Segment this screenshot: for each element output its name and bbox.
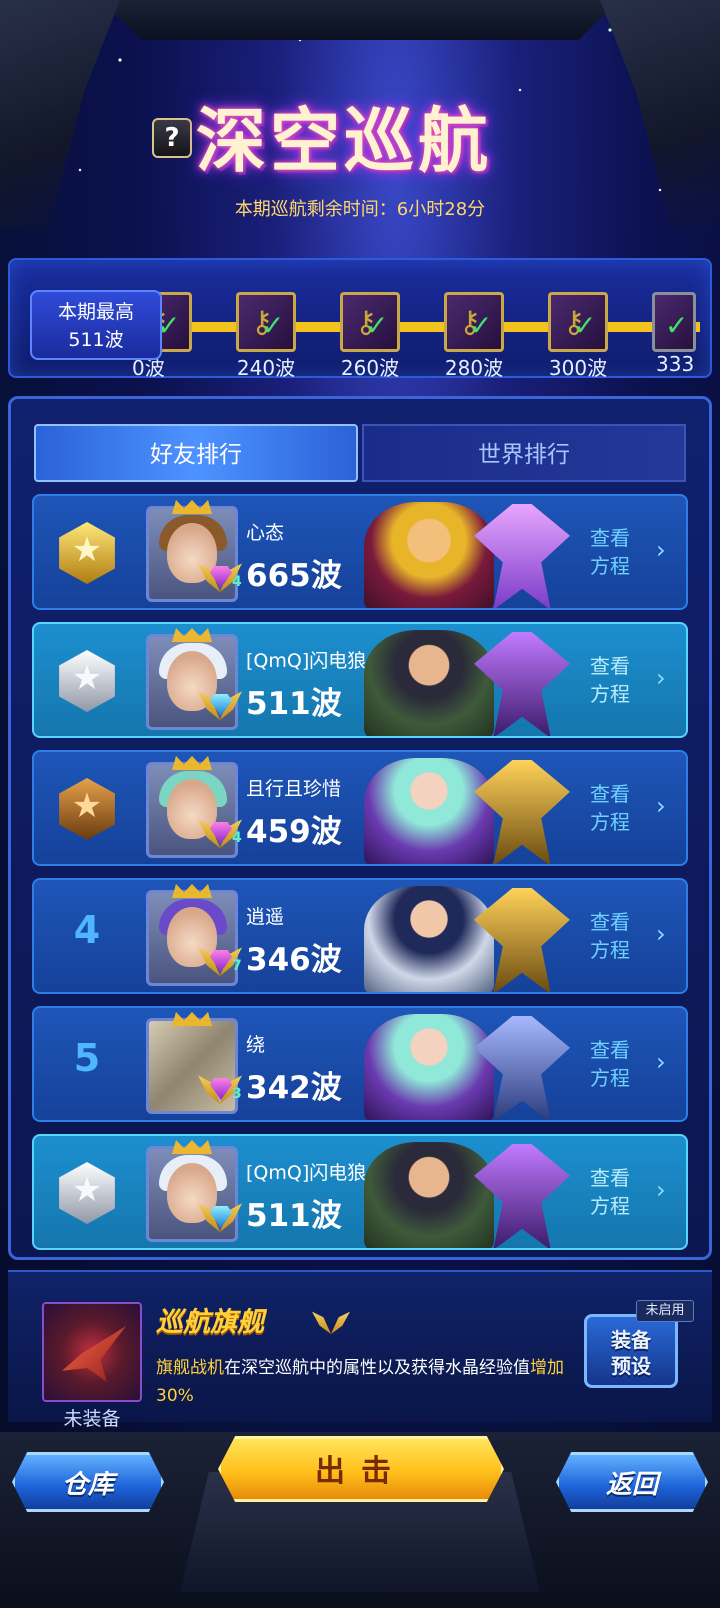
- check-icon: ✓: [665, 309, 689, 342]
- crown-icon: [172, 500, 212, 514]
- equipment-preset-button[interactable]: 装备 预设: [584, 1314, 678, 1388]
- rank-number: 4: [73, 908, 101, 952]
- pilot-portrait: [364, 886, 494, 992]
- player-waves: 346波: [246, 942, 342, 978]
- pilot-portrait: [364, 758, 494, 864]
- milestone-reward[interactable]: ⚷✓: [340, 292, 400, 352]
- crown-icon: [172, 884, 212, 898]
- vip-badge-icon: [198, 1196, 242, 1232]
- milestone-label: 333: [656, 352, 695, 376]
- milestone-reward[interactable]: ⚷✓: [444, 292, 504, 352]
- view-loadout-button[interactable]: 查看 方程: [590, 524, 660, 580]
- progress-track: [140, 322, 700, 332]
- player-waves: 511波: [246, 686, 342, 722]
- player-waves: 665波: [246, 558, 342, 594]
- view-loadout-button[interactable]: 查看 方程: [590, 1036, 660, 1092]
- pilot-portrait: [364, 630, 494, 736]
- player-waves: 511波: [246, 1198, 342, 1234]
- flagship-description: 旗舰战机在深空巡航中的属性以及获得水晶经验值增加30%: [156, 1358, 564, 1406]
- view-loadout-button[interactable]: 查看 方程: [590, 780, 660, 836]
- warehouse-button[interactable]: 仓库: [12, 1452, 164, 1512]
- silver-medal-icon: ★: [59, 1162, 115, 1224]
- ranking-row[interactable]: ★ 4 心态 665波 查看 方程 ›: [32, 494, 688, 610]
- flagship-title: 巡航旗舰: [156, 1307, 264, 1338]
- frame-top: [100, 0, 620, 40]
- view-loadout-button[interactable]: 查看 方程: [590, 652, 660, 708]
- chevron-right-icon: ›: [656, 664, 666, 692]
- milestone-reward[interactable]: ✓: [652, 292, 696, 352]
- chevron-right-icon: ›: [656, 792, 666, 820]
- fighter-jet-icon: [62, 1326, 126, 1382]
- milestone-label: 300波: [548, 356, 608, 380]
- pilot-portrait: [364, 1014, 494, 1120]
- flagship-slot[interactable]: [42, 1302, 142, 1402]
- ranking-row-self[interactable]: ★ [QmQ]闪电狼 511波 查看 方程 ›: [32, 622, 688, 738]
- ranking-row[interactable]: 5 3 绕 342波 查看 方程 ›: [32, 1006, 688, 1122]
- milestone-label: 240波: [236, 356, 296, 380]
- vip-badge-icon: 4: [198, 812, 242, 848]
- player-name: 绕: [246, 1034, 266, 1056]
- ranking-row[interactable]: ★ 4 且行且珍惜 459波 查看 方程 ›: [32, 750, 688, 866]
- milestone-label: 280波: [444, 356, 504, 380]
- vip-badge-icon: 4: [198, 556, 242, 592]
- best-score-box: 本期最高 511波: [30, 290, 162, 360]
- crown-icon: [172, 628, 212, 642]
- ranking-row-self[interactable]: ★ [QmQ]闪电狼 511波 查看 方程 ›: [32, 1134, 688, 1250]
- help-button[interactable]: ?: [152, 118, 192, 158]
- silver-medal-icon: ★: [59, 650, 115, 712]
- player-name: [QmQ]闪电狼: [246, 650, 367, 672]
- bronze-medal-icon: ★: [59, 778, 115, 840]
- player-name: 且行且珍惜: [246, 778, 342, 800]
- chevron-right-icon: ›: [656, 1048, 666, 1076]
- pilot-portrait: [364, 1142, 494, 1248]
- check-icon: ✓: [261, 309, 285, 342]
- player-waves: 342波: [246, 1070, 342, 1106]
- attack-button[interactable]: 出击: [218, 1436, 504, 1502]
- back-button[interactable]: 返回: [556, 1452, 708, 1512]
- rank-number: 5: [73, 1036, 101, 1080]
- player-name: 逍遥: [246, 906, 285, 928]
- chevron-right-icon: ›: [656, 1176, 666, 1204]
- pilot-portrait: [364, 502, 494, 608]
- milestone-reward[interactable]: ⚷✓: [236, 292, 296, 352]
- chevron-right-icon: ›: [656, 920, 666, 948]
- player-name: [QmQ]闪电狼: [246, 1162, 367, 1184]
- page-title: 深空巡航: [196, 100, 492, 182]
- tab-friends-ranking[interactable]: 好友排行: [34, 424, 358, 482]
- ranking-row[interactable]: 4 7 逍遥 346波 查看 方程 ›: [32, 878, 688, 994]
- view-loadout-button[interactable]: 查看 方程: [590, 1164, 660, 1220]
- best-score-label: 本期最高: [57, 301, 134, 323]
- chevron-right-icon: ›: [656, 536, 666, 564]
- flagship-status: 未装备: [63, 1408, 121, 1430]
- vip-badge-icon: [198, 684, 242, 720]
- check-icon: ✓: [573, 309, 597, 342]
- crown-icon: [172, 1012, 212, 1026]
- milestone-reward[interactable]: ⚷✓: [548, 292, 608, 352]
- player-name: 心态: [246, 522, 285, 544]
- check-icon: ✓: [365, 309, 389, 342]
- milestone-label: 260波: [340, 356, 400, 380]
- player-waves: 459波: [246, 814, 342, 850]
- tab-world-ranking[interactable]: 世界排行: [362, 424, 686, 482]
- vip-badge-icon: 7: [198, 940, 242, 976]
- gold-medal-icon: ★: [59, 522, 115, 584]
- view-loadout-button[interactable]: 查看 方程: [590, 908, 660, 964]
- check-icon: ✓: [469, 309, 493, 342]
- preset-status-badge: 未启用: [636, 1300, 694, 1322]
- crown-icon: [172, 1140, 212, 1154]
- best-score-value: 511波: [68, 329, 124, 351]
- crown-icon: [172, 756, 212, 770]
- vip-badge-icon: 3: [198, 1068, 242, 1104]
- remaining-time: 本期巡航剩余时间：6小时28分: [234, 199, 486, 220]
